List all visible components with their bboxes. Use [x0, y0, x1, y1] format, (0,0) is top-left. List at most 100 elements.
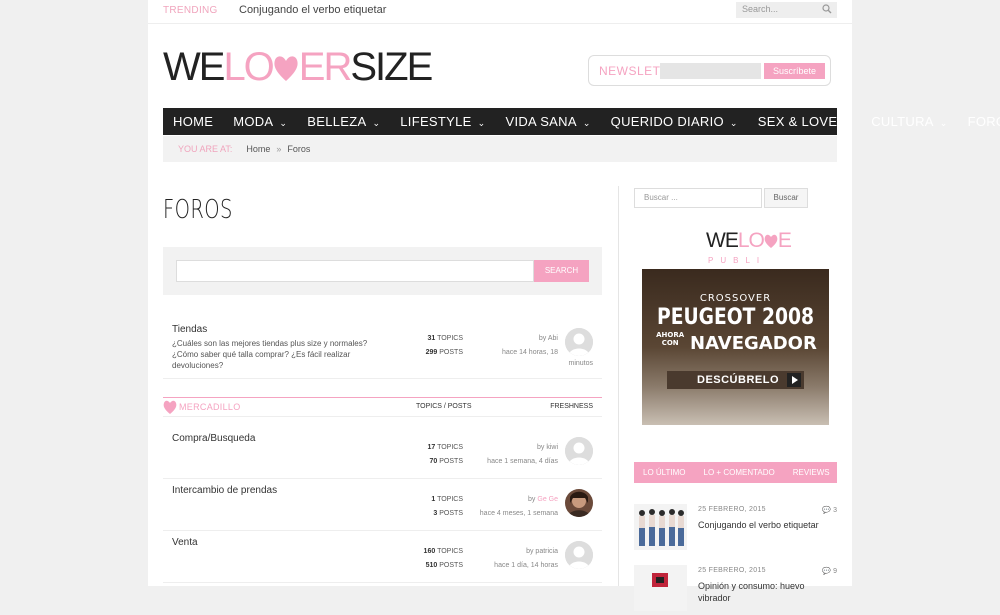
by-label: by	[536, 444, 545, 451]
nav-label: CULTURA	[871, 114, 934, 129]
last-poster-link[interactable]: Abi	[548, 335, 558, 342]
freshness-time[interactable]: hace 14 horas, 18	[502, 349, 558, 356]
last-poster-link[interactable]: Ge Ge	[537, 496, 558, 503]
posts-count: 299	[425, 349, 438, 356]
nav-item-home[interactable]: HOME	[163, 108, 223, 135]
tab-lo-mas-comentado[interactable]: LO + COMENTADO	[695, 462, 784, 483]
logo-text-er: ER	[298, 45, 353, 89]
sidebar-search-input[interactable]: Buscar ...	[634, 188, 762, 208]
avatar[interactable]	[565, 437, 593, 465]
forum-row: Compra/Busqueda 17 TOPICS 70 POSTS by ki…	[163, 427, 602, 479]
topics-label: TOPICS	[437, 335, 463, 342]
posts-label: POSTS	[439, 562, 463, 569]
comment-icon: 💬	[822, 507, 832, 514]
logo-text-we: WE	[163, 45, 225, 89]
posts-count: 70	[429, 458, 438, 465]
avatar[interactable]	[565, 489, 593, 517]
nav-item-belleza[interactable]: BELLEZA ⌄	[297, 108, 390, 135]
site-logo[interactable]: WELO ERSIZE	[163, 44, 433, 90]
search-icon[interactable]	[822, 4, 832, 14]
by-label: by	[538, 335, 547, 342]
default-avatar-icon	[565, 437, 593, 465]
comments-count-value: 3	[833, 507, 837, 514]
topics-count: 17	[427, 444, 436, 451]
freshness-time[interactable]: hace 4 meses, 1 semana	[480, 510, 558, 517]
comments-count[interactable]: 💬 9	[822, 567, 837, 575]
breadcrumb-home-link[interactable]: Home	[246, 144, 270, 154]
comments-count[interactable]: 💬 3	[822, 506, 837, 514]
nav-item-querido-diario[interactable]: QUERIDO DIARIO ⌄	[601, 108, 748, 135]
comment-icon: 💬	[822, 568, 832, 575]
trending-link[interactable]: Conjugando el verbo etiquetar	[239, 4, 386, 16]
last-poster-link[interactable]: kiwi	[546, 444, 558, 451]
newsletter-box: NEWSLETTER Suscríbete	[588, 55, 831, 86]
default-avatar-icon	[565, 541, 593, 569]
nav-label: MODA	[233, 114, 274, 129]
top-search-input[interactable]: Search...	[736, 2, 837, 18]
post-title-link[interactable]: Conjugando el verbo etiquetar	[698, 519, 837, 531]
sidebar-search-button[interactable]: Buscar	[764, 188, 808, 208]
nav-item-cultura[interactable]: CULTURA ⌄	[861, 108, 957, 135]
forum-row: Intercambio de prendas 1 TOPICS 3 POSTS …	[163, 479, 602, 531]
post-thumbnail-image	[634, 504, 687, 550]
subscribe-button[interactable]: Suscríbete	[764, 63, 825, 79]
forum-row: Venta 160 TOPICS 510 POSTS by patricia h…	[163, 531, 602, 583]
category-header: MERCADILLO TOPICS / POSTS FRESHNESS	[163, 397, 602, 417]
nav-item-foro[interactable]: FORO	[958, 108, 1000, 135]
top-search-placeholder: Search...	[742, 4, 779, 14]
topics-count: 1	[431, 496, 436, 503]
breadcrumb-separator: »	[276, 144, 282, 154]
page: TRENDING Conjugando el verbo etiquetar S…	[148, 0, 1000, 611]
posts-label: POSTS	[439, 349, 463, 356]
ad-line-2: PEUGEOT 2008	[656, 305, 814, 330]
forum-description: ¿Cuáles son las mejores tiendas plus siz…	[172, 339, 368, 370]
post-thumbnail[interactable]	[634, 504, 687, 550]
avatar[interactable]	[565, 328, 593, 356]
nav-label: BELLEZA	[307, 114, 367, 129]
ad-cta-button[interactable]: DESCÚBRELO	[667, 371, 804, 389]
breadcrumb-current: Foros	[287, 144, 311, 154]
ad-line-3a: AHORA CON	[656, 331, 685, 347]
forum-title-link[interactable]: Compra/Busqueda	[172, 433, 255, 444]
forum-search-button[interactable]: SEARCH	[534, 260, 589, 282]
forum-search-input[interactable]	[176, 260, 534, 282]
post-title-link[interactable]: Opinión y consumo: huevo vibrador	[698, 580, 837, 604]
tab-reviews[interactable]: REVIEWS	[784, 462, 839, 483]
by-label: by	[526, 548, 534, 555]
topics-posts-header: TOPICS / POSTS	[416, 403, 472, 410]
topics-label: TOPICS	[437, 444, 463, 451]
chevron-down-icon: ⌄	[372, 118, 381, 128]
forum-title-link[interactable]: Venta	[172, 537, 198, 548]
freshness: by Abi hace 14 horas, 18	[473, 332, 558, 360]
sidebar-search-placeholder: Buscar ...	[644, 193, 678, 202]
publi-logo-we: WE	[706, 229, 739, 252]
sidebar-post: 25 FEBRERO, 2015 💬 3 Conjugando el verbo…	[634, 504, 837, 554]
forum-title-link[interactable]: Intercambio de prendas	[172, 485, 277, 496]
forum-title-link[interactable]: Tiendas	[172, 324, 207, 335]
post-thumbnail[interactable]	[634, 565, 687, 611]
newsletter-email-input[interactable]	[660, 63, 761, 79]
nav-item-vida-sana[interactable]: VIDA SANA ⌄	[495, 108, 600, 135]
nav-item-moda[interactable]: MODA ⌄	[223, 108, 297, 135]
publi-subtitle: PUBLI	[708, 256, 767, 265]
default-avatar-icon	[565, 328, 593, 356]
freshness-time[interactable]: hace 1 semana, 4 días	[487, 458, 558, 465]
advertisement-banner[interactable]: CROSSOVER PEUGEOT 2008 AHORA CON NAVEGAD…	[642, 269, 829, 425]
breadcrumb: YOU ARE AT: Home » Foros	[163, 136, 837, 162]
tab-lo-ultimo[interactable]: LO ÚLTIMO	[634, 462, 695, 483]
topics-label: TOPICS	[437, 496, 463, 503]
last-poster-link[interactable]: patricia	[535, 548, 558, 555]
chevron-down-icon: ⌄	[582, 118, 591, 128]
chevron-down-icon: ⌄	[939, 118, 948, 128]
nav-label: FORO	[967, 114, 1000, 129]
category-link[interactable]: MERCADILLO	[179, 402, 241, 412]
nav-item-sex-love[interactable]: SEX & LOVE ⌄	[748, 108, 861, 135]
avatar[interactable]	[565, 541, 593, 569]
nav-label: QUERIDO DIARIO	[610, 114, 724, 129]
nav-item-lifestyle[interactable]: LIFESTYLE ⌄	[390, 108, 495, 135]
post-date: 25 FEBRERO, 2015	[698, 567, 766, 574]
freshness-time[interactable]: hace 1 día, 14 horas	[494, 562, 558, 569]
by-label: by	[528, 496, 536, 503]
forum-counts: 31 TOPICS 299 POSTS	[393, 332, 463, 360]
nav-label: SEX & LOVE	[757, 114, 838, 129]
